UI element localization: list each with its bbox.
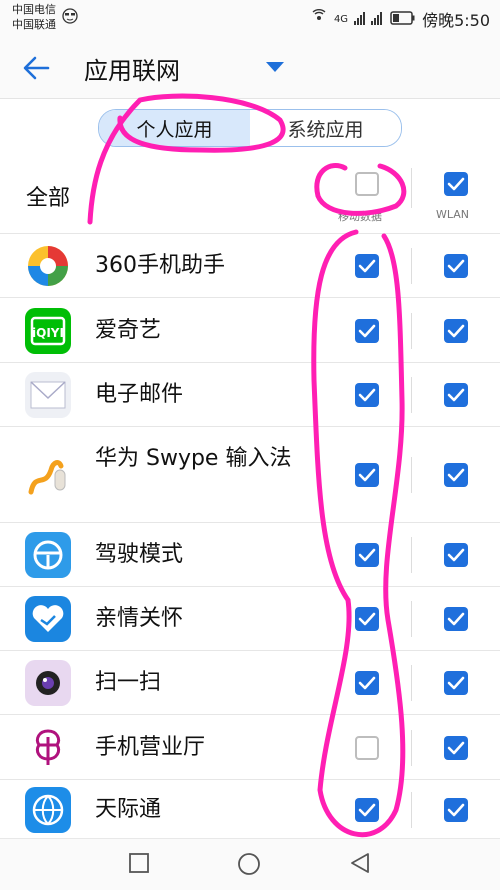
email-icon: [25, 372, 71, 418]
circle-home-icon[interactable]: [237, 852, 261, 880]
face-icon: [62, 8, 78, 28]
square-recent-icon[interactable]: [128, 852, 150, 878]
column-divider: [411, 313, 412, 349]
app-type-tabs: 个人应用 系统应用: [98, 109, 402, 147]
signal-icon: [354, 10, 384, 29]
app-row: 亲情关怀: [0, 586, 500, 651]
column-divider: [411, 248, 412, 284]
network-type: 4G: [333, 13, 349, 25]
wlan-checkbox[interactable]: [444, 607, 468, 631]
app-row: 手机营业厅: [0, 714, 500, 780]
mobile-data-checkbox[interactable]: [355, 463, 379, 487]
app-row: 电子邮件: [0, 362, 500, 427]
mobile-data-checkbox[interactable]: [355, 383, 379, 407]
status-bar: 中国电信 中国联通 4G 傍晚5:50: [0, 0, 500, 38]
hotspot-icon: [310, 9, 328, 29]
carrier-2: 中国联通: [12, 18, 56, 31]
wlan-checkbox[interactable]: [444, 383, 468, 407]
mobile-data-checkbox[interactable]: [355, 736, 379, 760]
mobile-data-checkbox[interactable]: [355, 607, 379, 631]
mobile-data-checkbox[interactable]: [355, 798, 379, 822]
app-bar: 应用联网: [0, 38, 500, 99]
wlan-header: WLAN: [436, 208, 470, 221]
app-row: 扫一扫: [0, 650, 500, 715]
app-name: 华为 Swype 输入法: [95, 446, 292, 471]
family-care-icon: [25, 596, 71, 642]
triangle-back-icon[interactable]: [349, 852, 371, 878]
select-all-wlan-checkbox[interactable]: [444, 172, 468, 196]
app-row: 天际通: [0, 779, 500, 839]
app-name: 亲情关怀: [95, 606, 184, 631]
column-divider: [411, 792, 412, 828]
column-divider: [411, 377, 412, 413]
skytone-icon: [25, 787, 71, 833]
app-name: 手机营业厅: [95, 735, 206, 760]
mobile-data-checkbox[interactable]: [355, 254, 379, 278]
battery-icon: [390, 10, 416, 29]
column-divider: [411, 457, 412, 493]
column-divider: [411, 168, 412, 208]
wlan-checkbox[interactable]: [444, 254, 468, 278]
app-name: 360手机助手: [95, 253, 225, 278]
wlan-checkbox[interactable]: [444, 543, 468, 567]
select-all-label: 全部: [26, 186, 71, 211]
swype-icon: [25, 452, 71, 498]
mobile-data-checkbox[interactable]: [355, 671, 379, 695]
wlan-checkbox[interactable]: [444, 798, 468, 822]
unicom-icon: [25, 725, 71, 771]
app-name: 驾驶模式: [95, 542, 184, 567]
mobile-data-checkbox[interactable]: [355, 319, 379, 343]
select-all-row: 全部 移动数据 WLAN: [0, 158, 500, 230]
page-title: 应用联网: [84, 57, 180, 85]
app-row: 驾驶模式: [0, 522, 500, 587]
wlan-checkbox[interactable]: [444, 319, 468, 343]
tab-personal-apps[interactable]: 个人应用: [99, 110, 250, 146]
column-divider: [411, 730, 412, 766]
scan-icon: [25, 660, 71, 706]
carrier-1: 中国电信: [12, 3, 56, 16]
driving-mode-icon: [25, 532, 71, 578]
wlan-checkbox[interactable]: [444, 736, 468, 760]
app-name: 扫一扫: [95, 670, 162, 695]
clock: 傍晚5:50: [422, 11, 490, 30]
mobile-data-header: 移动数据: [338, 210, 382, 223]
app-row: 华为 Swype 输入法: [0, 426, 500, 523]
tab-system-apps[interactable]: 系统应用: [250, 110, 401, 146]
app-name: 电子邮件: [95, 382, 184, 407]
wlan-checkbox[interactable]: [444, 671, 468, 695]
column-divider: [411, 537, 412, 573]
column-divider: [411, 665, 412, 701]
wlan-checkbox[interactable]: [444, 463, 468, 487]
mobile-data-checkbox[interactable]: [355, 543, 379, 567]
app-name: 天际通: [95, 797, 162, 822]
navigation-bar: [0, 838, 500, 890]
iqiyi-icon: iQIYI: [25, 308, 71, 354]
app-row: iQIYI 爱奇艺: [0, 297, 500, 363]
back-arrow-icon[interactable]: [18, 48, 58, 88]
app-row: 360手机助手: [0, 233, 500, 298]
triangle-down-icon[interactable]: [266, 62, 284, 72]
svg-text:iQIYI: iQIYI: [32, 326, 64, 340]
360-icon: [25, 243, 71, 289]
select-all-mobile-checkbox[interactable]: [355, 172, 379, 196]
app-name: 爱奇艺: [95, 318, 162, 343]
column-divider: [411, 601, 412, 637]
